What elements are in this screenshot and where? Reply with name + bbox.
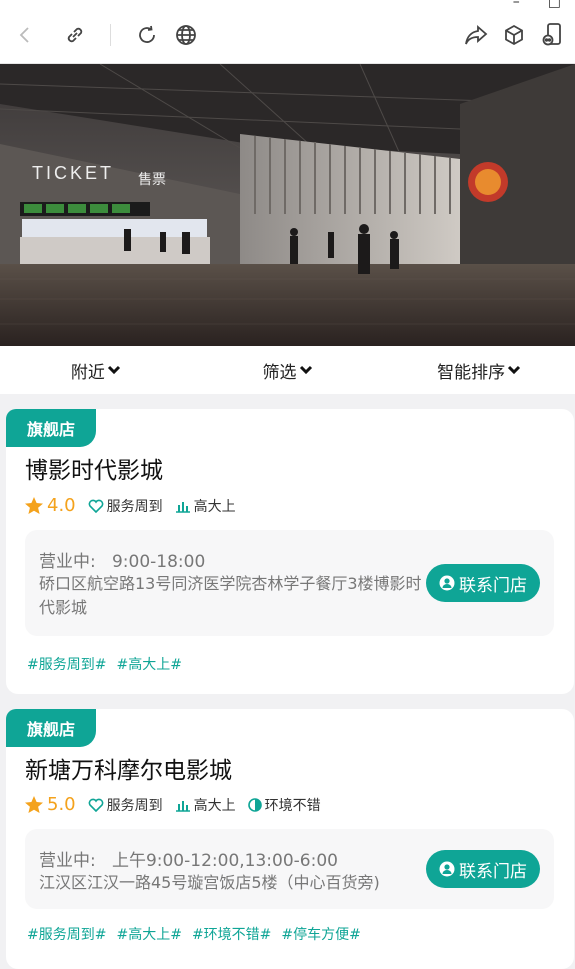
refresh-icon[interactable] xyxy=(132,20,162,50)
rating-value: 5.0 xyxy=(47,794,76,815)
chevron-down-icon xyxy=(107,365,120,375)
tag-label: 高大上 xyxy=(193,797,236,814)
window-controls: – □ xyxy=(513,0,561,10)
heart-icon xyxy=(88,499,103,513)
cinema-card[interactable]: 旗舰店 新塘万科摩尔电影城 5.0 服务周到 高大上 环境不错 营业中: 上午9… xyxy=(6,709,574,969)
tag-label: 服务周到 xyxy=(106,797,163,814)
user-circle-icon xyxy=(439,861,455,877)
cinema-name: 博影时代影城 xyxy=(25,458,163,484)
flagship-badge: 旗舰店 xyxy=(6,409,96,447)
tag-label: 高大上 xyxy=(193,498,236,515)
bar-chart-icon xyxy=(175,800,190,812)
rating: 5.0 xyxy=(24,794,76,815)
phone-icon[interactable] xyxy=(537,20,567,50)
ticket-sign: TICKET xyxy=(32,163,114,183)
cinema-meta: 4.0 服务周到 高大上 xyxy=(24,495,236,516)
link-icon[interactable] xyxy=(60,20,90,50)
business-hours: 营业中: 上午9:00-12:00,13:00-6:00 xyxy=(39,846,338,871)
chevron-down-icon xyxy=(508,365,521,375)
business-hours: 营业中: 9:00-18:00 xyxy=(39,547,205,572)
tag-upscale: 高大上 xyxy=(175,496,236,516)
tag-label: 服务周到 xyxy=(106,498,163,515)
cinema-name: 新塘万科摩尔电影城 xyxy=(25,758,232,784)
filter-label: 附近 xyxy=(70,362,105,383)
rating-value: 4.0 xyxy=(47,495,76,516)
store-address: 江汉区江汉一路45号璇宫饭店5楼（中心百货旁) xyxy=(39,873,380,892)
hashtag-list: #服务周到# #高大上# xyxy=(27,654,182,674)
store-info-box: 营业中: 上午9:00-12:00,13:00-6:00 江汉区江汉一路45号璇… xyxy=(25,829,554,909)
half-circle-icon xyxy=(247,797,262,812)
hashtag[interactable]: #服务周到# xyxy=(27,654,106,674)
store-address: 硚口区航空路13号同济医学院杏林学子餐厅3楼博影时代影城 xyxy=(39,574,422,617)
filter-nearby[interactable]: 附近 xyxy=(0,358,192,383)
user-circle-icon xyxy=(439,575,455,591)
tag-service: 服务周到 xyxy=(88,795,163,815)
chevron-down-icon xyxy=(299,365,312,375)
contact-store-button[interactable]: 联系门店 xyxy=(426,564,540,602)
contact-store-button[interactable]: 联系门店 xyxy=(426,850,540,888)
hashtag[interactable]: #高大上# xyxy=(116,924,181,944)
bar-chart-icon xyxy=(175,501,190,513)
hashtag-list: #服务周到# #高大上# #环境不错# #停车方便# xyxy=(27,924,361,944)
rating: 4.0 xyxy=(24,495,76,516)
minimize-button[interactable]: – xyxy=(513,0,520,10)
filter-sort[interactable]: 智能排序 xyxy=(383,358,575,383)
hashtag[interactable]: #停车方便# xyxy=(281,924,360,944)
back-icon[interactable] xyxy=(10,20,40,50)
toolbar-separator xyxy=(110,24,111,46)
star-icon xyxy=(25,795,43,813)
tag-environment: 环境不错 xyxy=(247,795,321,815)
hashtag[interactable]: #服务周到# xyxy=(27,924,106,944)
hashtag[interactable]: #环境不错# xyxy=(192,924,271,944)
tag-label: 环境不错 xyxy=(264,797,321,814)
hours-label: 营业中: xyxy=(39,552,96,572)
cinema-meta: 5.0 服务周到 高大上 环境不错 xyxy=(24,794,321,815)
share-icon[interactable] xyxy=(461,20,491,50)
top-toolbar: – □ xyxy=(0,0,575,64)
store-info-box: 营业中: 9:00-18:00 硚口区航空路13号同济医学院杏林学子餐厅3楼博影… xyxy=(25,530,554,636)
hours-label: 营业中: xyxy=(39,851,96,871)
hashtag[interactable]: #高大上# xyxy=(116,654,181,674)
filter-label: 智能排序 xyxy=(437,362,506,383)
maximize-button[interactable]: □ xyxy=(548,0,561,10)
filter-screen[interactable]: 筛选 xyxy=(192,358,384,383)
hours-value: 9:00-18:00 xyxy=(111,552,206,572)
star-icon xyxy=(25,496,43,514)
tag-upscale: 高大上 xyxy=(175,795,236,815)
cinema-card[interactable]: 旗舰店 博影时代影城 4.0 服务周到 高大上 营业中: 9:00-18:00 … xyxy=(6,409,574,694)
filter-bar: 附近 筛选 智能排序 xyxy=(0,346,575,394)
globe-icon[interactable] xyxy=(171,20,201,50)
tag-service: 服务周到 xyxy=(88,496,163,516)
ticket-sign-cn: 售票 xyxy=(138,172,166,188)
filter-label: 筛选 xyxy=(262,362,297,383)
cube-icon[interactable] xyxy=(499,20,529,50)
heart-icon xyxy=(88,798,103,812)
hero-banner-image: TICKET 售票 xyxy=(0,64,575,346)
hours-value: 上午9:00-12:00,13:00-6:00 xyxy=(111,851,338,871)
contact-label: 联系门店 xyxy=(459,861,527,882)
flagship-badge: 旗舰店 xyxy=(6,709,96,747)
contact-label: 联系门店 xyxy=(459,575,527,596)
